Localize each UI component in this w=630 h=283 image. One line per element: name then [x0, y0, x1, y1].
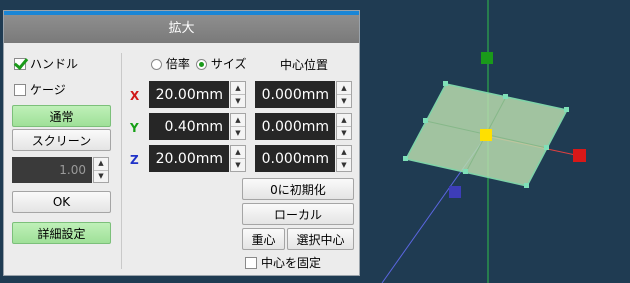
spin-up-icon[interactable]: ▲ [337, 114, 351, 126]
spin-down-icon[interactable]: ▼ [231, 126, 245, 139]
spin-down-icon[interactable]: ▼ [231, 94, 245, 107]
panel-divider [121, 53, 122, 269]
handle-label: ハンドル [30, 57, 79, 71]
spin-up-icon[interactable]: ▲ [337, 82, 351, 94]
size-z-field[interactable]: 20.00mm [149, 145, 229, 172]
size-y-field[interactable]: 0.40mm [149, 113, 229, 140]
fix-center-checkbox[interactable]: 中心を固定 [245, 254, 321, 271]
mode-radio-size[interactable]: サイズ [196, 55, 246, 72]
centroid-button[interactable]: 重心 [242, 228, 285, 250]
spin-down-icon[interactable]: ▼ [337, 158, 351, 171]
selection-center-button[interactable]: 選択中心 [287, 228, 354, 250]
spin-up-icon[interactable]: ▲ [231, 114, 245, 126]
mode-radio-ratio[interactable]: 倍率 [151, 55, 190, 72]
center-handle[interactable] [480, 129, 492, 141]
axis-label-x: X [130, 89, 140, 103]
center-z-spinner[interactable]: ▲ ▼ [336, 145, 352, 172]
z-axis-handle[interactable] [449, 186, 461, 198]
x-axis-handle[interactable] [573, 149, 586, 162]
gauge-label: ケージ [30, 83, 66, 97]
checkbox-unchecked-icon [245, 256, 257, 269]
radio-selected-icon [196, 59, 207, 70]
center-position-header: 中心位置 [280, 58, 329, 72]
spin-down-icon[interactable]: ▼ [337, 94, 351, 107]
spin-up-icon[interactable]: ▲ [231, 146, 245, 158]
size-x-field[interactable]: 20.00mm [149, 81, 229, 108]
size-z-spinner[interactable]: ▲ ▼ [230, 145, 246, 172]
spin-down-icon[interactable]: ▼ [231, 158, 245, 171]
value-field[interactable]: 1.00 [12, 157, 92, 183]
local-button[interactable]: ローカル [242, 203, 354, 225]
detail-settings-button[interactable]: 詳細設定 [12, 222, 111, 244]
checkbox-unchecked-icon [14, 83, 26, 96]
y-axis-handle[interactable] [481, 52, 493, 64]
center-z-field[interactable]: 0.000mm [255, 145, 335, 172]
center-x-field[interactable]: 0.000mm [255, 81, 335, 108]
reset-to-zero-button[interactable]: 0に初期化 [242, 178, 354, 200]
handle-checkbox[interactable]: ハンドル [14, 55, 78, 72]
mode-normal-button[interactable]: 通常 [12, 105, 111, 127]
ratio-label: 倍率 [165, 57, 190, 71]
mode-screen-button[interactable]: スクリーン [12, 129, 111, 151]
fix-center-label: 中心を固定 [261, 256, 322, 270]
spin-down-icon[interactable]: ▼ [94, 169, 108, 183]
axis-label-y: Y [130, 121, 139, 135]
radio-icon [151, 59, 162, 70]
spin-up-icon[interactable]: ▲ [231, 82, 245, 94]
scale-dialog: 拡大 ハンドル ケージ 通常 スクリーン 1.00 ▲ ▼ OK 詳細設定 倍率 … [3, 10, 360, 276]
value-spinner[interactable]: ▲ ▼ [93, 157, 109, 183]
spin-up-icon[interactable]: ▲ [94, 158, 108, 170]
spin-down-icon[interactable]: ▼ [337, 126, 351, 139]
gauge-checkbox[interactable]: ケージ [14, 81, 66, 98]
size-x-spinner[interactable]: ▲ ▼ [230, 81, 246, 108]
checkbox-checked-icon [14, 57, 26, 70]
dialog-title[interactable]: 拡大 [4, 15, 359, 43]
ok-button[interactable]: OK [12, 191, 111, 213]
center-x-spinner[interactable]: ▲ ▼ [336, 81, 352, 108]
axis-label-z: Z [130, 153, 139, 167]
center-y-spinner[interactable]: ▲ ▼ [336, 113, 352, 140]
center-y-field[interactable]: 0.000mm [255, 113, 335, 140]
size-y-spinner[interactable]: ▲ ▼ [230, 113, 246, 140]
size-label: サイズ [210, 57, 247, 71]
spin-up-icon[interactable]: ▲ [337, 146, 351, 158]
